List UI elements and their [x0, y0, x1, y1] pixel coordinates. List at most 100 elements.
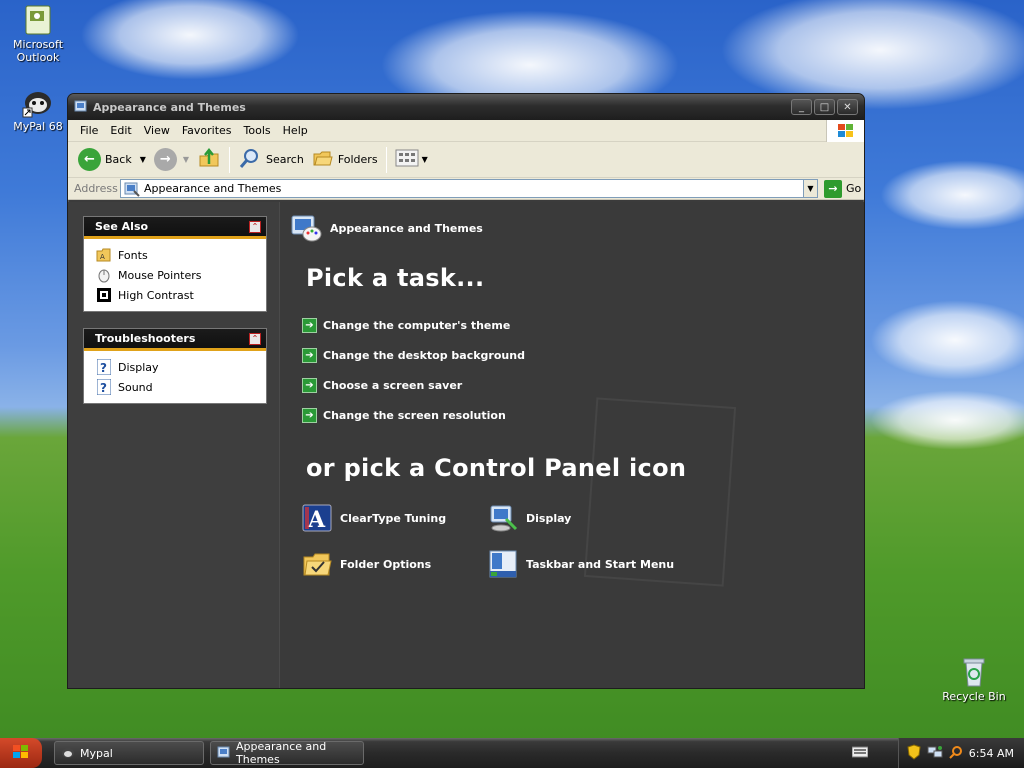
link-troubleshoot-display[interactable]: ? Display	[96, 357, 266, 377]
pick-task-heading: Pick a task...	[306, 264, 485, 292]
link-mouse-pointers[interactable]: Mouse Pointers	[96, 265, 266, 285]
chevron-down-icon: ▼	[421, 155, 428, 164]
views-icon	[395, 148, 419, 171]
menu-view[interactable]: View	[138, 124, 176, 137]
folder-options-icon	[302, 549, 332, 579]
chevron-down-icon[interactable]: ▼	[140, 155, 146, 164]
task-change-background[interactable]: ➔ Change the desktop background	[302, 340, 525, 370]
help-icon: ?	[96, 379, 112, 395]
address-dropdown-button[interactable]: ▼	[804, 179, 818, 198]
svg-text:?: ?	[100, 381, 107, 395]
cpl-folder-options[interactable]: Folder Options	[302, 548, 488, 580]
cpl-taskbar-start-menu[interactable]: Taskbar and Start Menu	[488, 548, 688, 580]
taskbar-button-appearance[interactable]: Appearance and Themes	[210, 740, 364, 766]
go-button[interactable]: → Go	[824, 179, 862, 198]
category-header: Appearance and Themes	[290, 212, 483, 244]
green-arrow-icon: ➔	[302, 317, 317, 333]
link-label: Sound	[118, 380, 153, 394]
task-label: Change the screen resolution	[323, 408, 506, 422]
collapse-icon[interactable]: ⌃	[249, 333, 261, 345]
folders-button[interactable]: Folders	[308, 145, 382, 175]
back-arrow-icon: ←	[78, 148, 101, 171]
task-change-theme[interactable]: ➔ Change the computer's theme	[302, 310, 525, 340]
troubleshooters-header[interactable]: Troubleshooters ⌃	[84, 329, 266, 351]
desktop-icon-mypal[interactable]: MyPal 68	[2, 86, 74, 133]
minimize-button[interactable]: _	[791, 99, 812, 115]
search-button[interactable]: Search	[234, 145, 308, 175]
svg-text:A: A	[100, 253, 105, 261]
cloud	[80, 0, 300, 80]
see-also-header[interactable]: See Also ⌃	[84, 217, 266, 239]
pick-icon-heading: or pick a Control Panel icon	[306, 454, 687, 482]
outlook-icon	[22, 4, 54, 36]
link-troubleshoot-sound[interactable]: ? Sound	[96, 377, 266, 397]
green-arrow-icon: ➔	[302, 377, 317, 393]
desktop-icon-outlook[interactable]: Microsoft Outlook	[2, 4, 74, 64]
folders-label: Folders	[337, 153, 378, 166]
forward-arrow-icon: →	[153, 148, 177, 171]
security-shield-icon[interactable]	[907, 743, 921, 763]
search-icon[interactable]	[949, 745, 963, 762]
taskbar-button-label: Appearance and Themes	[236, 740, 327, 766]
task-list: ➔ Change the computer's theme ➔ Change t…	[302, 310, 525, 430]
taskbar-icon	[488, 549, 518, 579]
network-icon[interactable]	[927, 745, 943, 762]
raccoon-icon	[22, 86, 54, 118]
troubleshooters-panel: Troubleshooters ⌃ ? Display ? Sound	[83, 328, 267, 404]
maximize-button[interactable]: □	[814, 99, 835, 115]
panel-title: Troubleshooters	[95, 332, 196, 345]
menu-edit[interactable]: Edit	[104, 124, 137, 137]
taskbar-button-label: Mypal	[80, 746, 113, 760]
control-panel-icon	[217, 745, 231, 762]
keyboard-icon[interactable]	[851, 746, 869, 761]
control-panel-icon	[74, 99, 88, 116]
link-high-contrast[interactable]: High Contrast	[96, 285, 266, 305]
menu-file[interactable]: File	[74, 124, 104, 137]
close-button[interactable]: ✕	[837, 99, 858, 115]
panel-title: See Also	[95, 220, 149, 233]
task-screen-resolution[interactable]: ➔ Change the screen resolution	[302, 400, 525, 430]
menu-favorites[interactable]: Favorites	[176, 124, 238, 137]
up-folder-button[interactable]	[193, 145, 225, 175]
svg-text:A: A	[307, 507, 326, 533]
menu-help[interactable]: Help	[277, 124, 314, 137]
forward-button[interactable]: → ▼	[150, 145, 193, 175]
green-arrow-icon: ➔	[302, 407, 317, 423]
address-input[interactable]: Appearance and Themes	[120, 179, 804, 198]
start-button[interactable]	[0, 738, 42, 768]
chevron-down-icon[interactable]: ▼	[183, 155, 189, 164]
windows-logo-icon	[12, 744, 30, 763]
link-label: High Contrast	[118, 288, 194, 302]
content-area: See Also ⌃ A Fonts Mouse Pointers High C…	[68, 202, 864, 688]
see-also-panel: See Also ⌃ A Fonts Mouse Pointers High C…	[83, 216, 267, 312]
address-label: Address	[74, 182, 118, 195]
green-arrow-icon: ➔	[302, 347, 317, 363]
go-label: Go	[846, 182, 862, 195]
back-label: Back	[105, 153, 132, 166]
desktop-icon-label: Microsoft Outlook	[12, 38, 64, 64]
cpl-display[interactable]: Display	[488, 502, 688, 534]
recycle-bin-icon	[958, 656, 990, 688]
address-bar: Address Appearance and Themes ▼ → Go	[68, 178, 864, 200]
menu-tools[interactable]: Tools	[238, 124, 277, 137]
views-button[interactable]: ▼	[391, 145, 432, 175]
link-fonts[interactable]: A Fonts	[96, 245, 266, 265]
cpl-label: Display	[526, 511, 572, 525]
folders-icon	[312, 148, 334, 171]
clock[interactable]: 6:54 AM	[969, 747, 1014, 760]
title-bar[interactable]: Appearance and Themes _ □ ✕	[68, 94, 864, 120]
task-label: Choose a screen saver	[323, 378, 463, 392]
raccoon-icon	[61, 745, 75, 762]
task-screen-saver[interactable]: ➔ Choose a screen saver	[302, 370, 525, 400]
collapse-icon[interactable]: ⌃	[249, 221, 261, 233]
back-button[interactable]: ← Back ▼	[74, 145, 150, 175]
cleartype-icon: A	[302, 503, 332, 533]
up-folder-icon	[197, 146, 221, 173]
menu-bar: File Edit View Favorites Tools Help	[68, 119, 864, 142]
taskbar-button-mypal[interactable]: Mypal	[54, 741, 204, 765]
search-icon	[238, 146, 262, 173]
desktop-icon-recycle-bin[interactable]: Recycle Bin	[938, 656, 1010, 703]
cpl-cleartype-tuning[interactable]: A ClearType Tuning	[302, 502, 488, 534]
go-arrow-icon: →	[824, 179, 842, 198]
toolbar-separator	[385, 146, 387, 173]
